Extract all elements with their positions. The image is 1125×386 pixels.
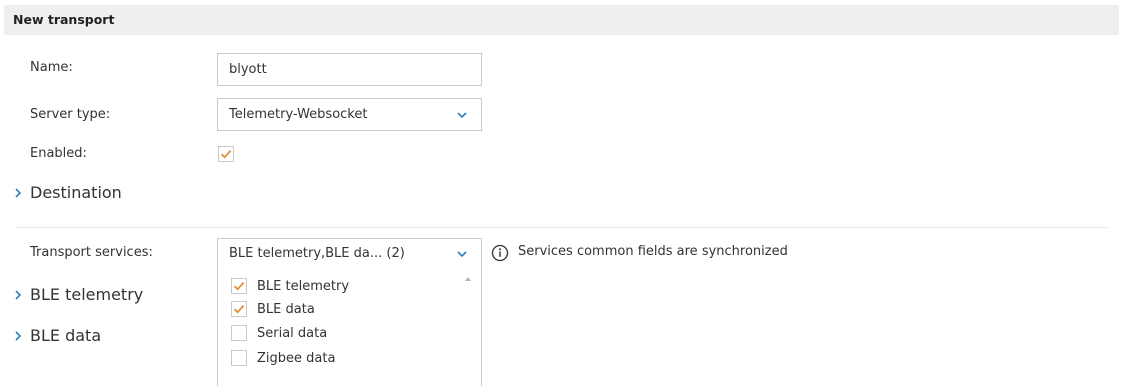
checkmark-icon bbox=[220, 149, 232, 159]
section-ble-telemetry-label: BLE telemetry bbox=[30, 285, 144, 304]
name-input[interactable]: blyott bbox=[217, 53, 482, 86]
transport-services-label: Transport services: bbox=[30, 245, 153, 260]
name-label: Name: bbox=[30, 60, 73, 75]
chevron-down-icon bbox=[457, 112, 467, 119]
option-ble-data[interactable]: BLE data bbox=[231, 299, 315, 319]
server-type-select[interactable]: Telemetry-Websocket bbox=[217, 98, 482, 131]
checkmark-icon bbox=[233, 281, 245, 291]
option-label: BLE data bbox=[257, 301, 315, 317]
page-title: New transport bbox=[13, 12, 115, 27]
chevron-right-icon bbox=[14, 326, 24, 345]
option-checkbox[interactable] bbox=[231, 325, 247, 341]
option-checkbox[interactable] bbox=[231, 301, 247, 317]
info-text: Services common fields are synchronized bbox=[518, 244, 788, 259]
transport-services-select[interactable]: BLE telemetry,BLE da... (2) bbox=[217, 238, 482, 269]
option-checkbox[interactable] bbox=[231, 350, 247, 366]
transport-services-value: BLE telemetry,BLE da... (2) bbox=[229, 246, 405, 261]
scroll-up-arrow-icon bbox=[465, 277, 471, 281]
section-destination-label: Destination bbox=[30, 183, 122, 202]
chevron-down-icon bbox=[457, 251, 467, 258]
form-header: New transport bbox=[4, 5, 1119, 35]
name-input-value: blyott bbox=[229, 62, 267, 77]
transport-services-dropdown: BLE telemetry BLE data Serial data Zigbe… bbox=[217, 268, 482, 386]
option-label: Serial data bbox=[257, 325, 328, 341]
enabled-checkbox[interactable] bbox=[218, 146, 234, 162]
checkmark-icon bbox=[233, 304, 245, 314]
section-ble-data-label: BLE data bbox=[30, 326, 102, 345]
divider bbox=[17, 227, 1107, 228]
option-label: Zigbee data bbox=[257, 350, 336, 366]
section-ble-data[interactable]: BLE data bbox=[14, 326, 101, 345]
dropdown-scrollbar[interactable] bbox=[458, 268, 478, 386]
server-type-value: Telemetry-Websocket bbox=[229, 107, 368, 122]
option-zigbee-data[interactable]: Zigbee data bbox=[231, 348, 335, 368]
enabled-label: Enabled: bbox=[30, 146, 87, 161]
info-icon bbox=[491, 244, 509, 262]
chevron-right-icon bbox=[14, 285, 24, 304]
option-checkbox[interactable] bbox=[231, 278, 247, 294]
option-serial-data[interactable]: Serial data bbox=[231, 323, 327, 343]
server-type-label: Server type: bbox=[30, 107, 111, 122]
option-label: BLE telemetry bbox=[257, 278, 350, 294]
chevron-right-icon bbox=[14, 183, 24, 202]
section-destination[interactable]: Destination bbox=[14, 183, 122, 202]
section-ble-telemetry[interactable]: BLE telemetry bbox=[14, 285, 143, 304]
option-ble-telemetry[interactable]: BLE telemetry bbox=[231, 276, 349, 296]
